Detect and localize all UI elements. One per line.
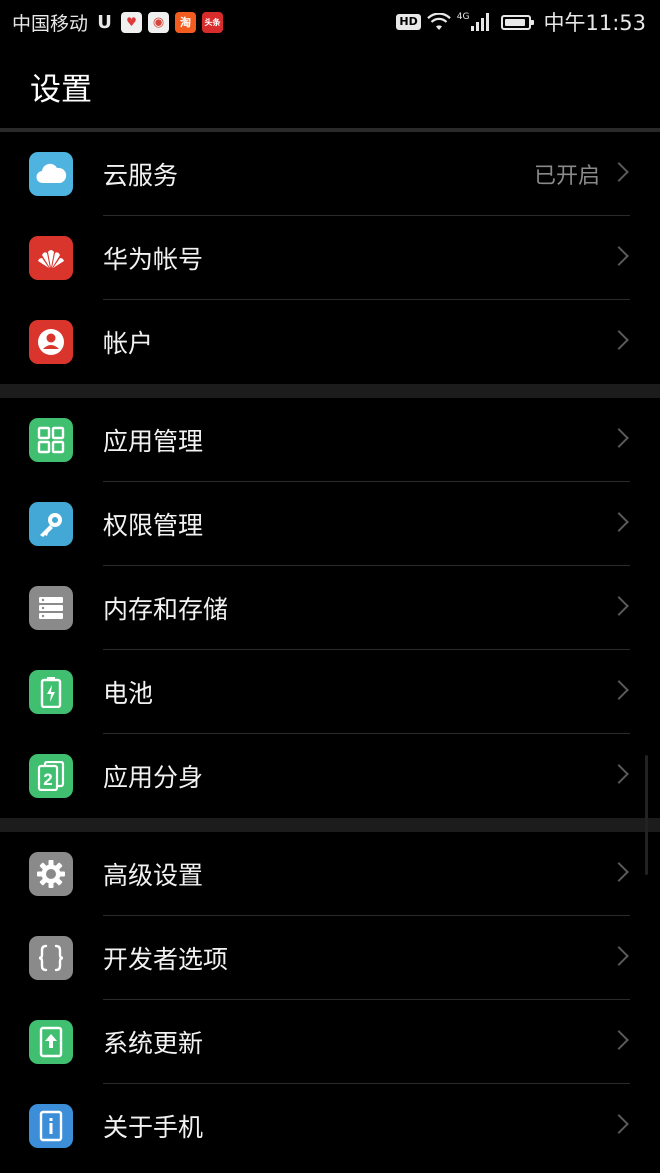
scrollbar[interactable] [645, 755, 648, 875]
signal-strength-icon [471, 13, 490, 31]
settings-item-memory-storage[interactable]: 内存和存储 [0, 566, 660, 650]
settings-item-cloud-service[interactable]: 云服务 已开启 [0, 132, 660, 216]
settings-item-value: 已开启 [533, 164, 600, 189]
page-title: 设置 [30, 71, 92, 108]
chevron-right-icon [609, 330, 629, 350]
wifi-icon [426, 13, 451, 30]
gear-icon [29, 852, 73, 896]
settings-item-system-update[interactable]: 系统更新 [0, 1000, 660, 1084]
network-type: 4G [456, 12, 470, 22]
settings-item-label: 应用分身 [103, 763, 204, 792]
battery-status-icon [501, 14, 535, 30]
svg-text:2: 2 [43, 770, 52, 789]
braces-icon [29, 936, 73, 980]
clock: 中午11:53 [543, 11, 646, 35]
weibo-app-icon: ◉ [148, 11, 170, 33]
settings-item-label: 关于手机 [103, 1113, 204, 1142]
settings-item-label: 云服务 [103, 161, 179, 190]
settings-group-apps: 应用管理 权限管理 内存和存储 电池 2 应用分身 [0, 398, 660, 818]
chevron-right-icon [609, 680, 629, 700]
carrier-name: 中国移动 [12, 12, 89, 35]
chevron-right-icon [609, 246, 629, 266]
chevron-right-icon [609, 764, 629, 784]
settings-item-label: 系统更新 [103, 1029, 204, 1058]
app-grid-icon [29, 418, 73, 462]
status-bar-right: HD 4G 中午11:53 [396, 7, 646, 37]
hd-voice-icon: HD [396, 14, 421, 30]
status-bar: 中国移动 U ♥ ◉ 淘 头条 HD 4G 中午11:53 [0, 0, 660, 44]
settings-item-label: 开发者选项 [103, 945, 229, 974]
info-icon [29, 1104, 73, 1148]
status-bar-left: 中国移动 U ♥ ◉ 淘 头条 [12, 9, 224, 36]
system-update-icon [29, 1020, 73, 1064]
settings-item-battery[interactable]: 电池 [0, 650, 660, 734]
settings-item-app-twin[interactable]: 2 应用分身 [0, 734, 660, 818]
storage-icon [29, 586, 73, 630]
huawei-logo-icon [29, 236, 73, 280]
settings-item-label: 高级设置 [103, 861, 204, 890]
chevron-right-icon [609, 162, 629, 182]
settings-item-label: 权限管理 [103, 511, 204, 540]
settings-item-label: 电池 [103, 679, 154, 708]
toutiao-app-icon: 头条 [202, 11, 224, 33]
chevron-right-icon [609, 428, 629, 448]
settings-group-system: 高级设置 开发者选项 系统更新 关于手机 [0, 832, 660, 1168]
chevron-right-icon [609, 596, 629, 616]
chevron-right-icon [609, 1030, 629, 1050]
section-divider [0, 384, 660, 398]
shield-u-icon: U [97, 11, 112, 33]
settings-item-label: 内存和存储 [103, 595, 229, 624]
settings-item-accounts[interactable]: 帐户 [0, 300, 660, 384]
settings-item-advanced-settings[interactable]: 高级设置 [0, 832, 660, 916]
chevron-right-icon [609, 1114, 629, 1134]
app-twin-icon: 2 [29, 754, 73, 798]
settings-item-developer-options[interactable]: 开发者选项 [0, 916, 660, 1000]
settings-item-huawei-account[interactable]: 华为帐号 [0, 216, 660, 300]
cloud-icon [29, 152, 73, 196]
settings-item-about-phone[interactable]: 关于手机 [0, 1084, 660, 1168]
section-divider [0, 818, 660, 832]
chevron-right-icon [609, 862, 629, 882]
settings-item-label: 应用管理 [103, 427, 204, 456]
user-account-icon [29, 320, 73, 364]
key-icon [29, 502, 73, 546]
settings-item-app-management[interactable]: 应用管理 [0, 398, 660, 482]
taobao-app-icon: 淘 [175, 11, 197, 33]
settings-item-permission-management[interactable]: 权限管理 [0, 482, 660, 566]
battery-icon [29, 670, 73, 714]
settings-group-account: 云服务 已开启 华为帐号 帐户 [0, 132, 660, 384]
settings-item-label: 帐户 [103, 329, 154, 358]
chevron-right-icon [609, 946, 629, 966]
chevron-right-icon [609, 512, 629, 532]
settings-item-label: 华为帐号 [103, 245, 204, 274]
map-pin-app-icon: ♥ [121, 11, 143, 33]
